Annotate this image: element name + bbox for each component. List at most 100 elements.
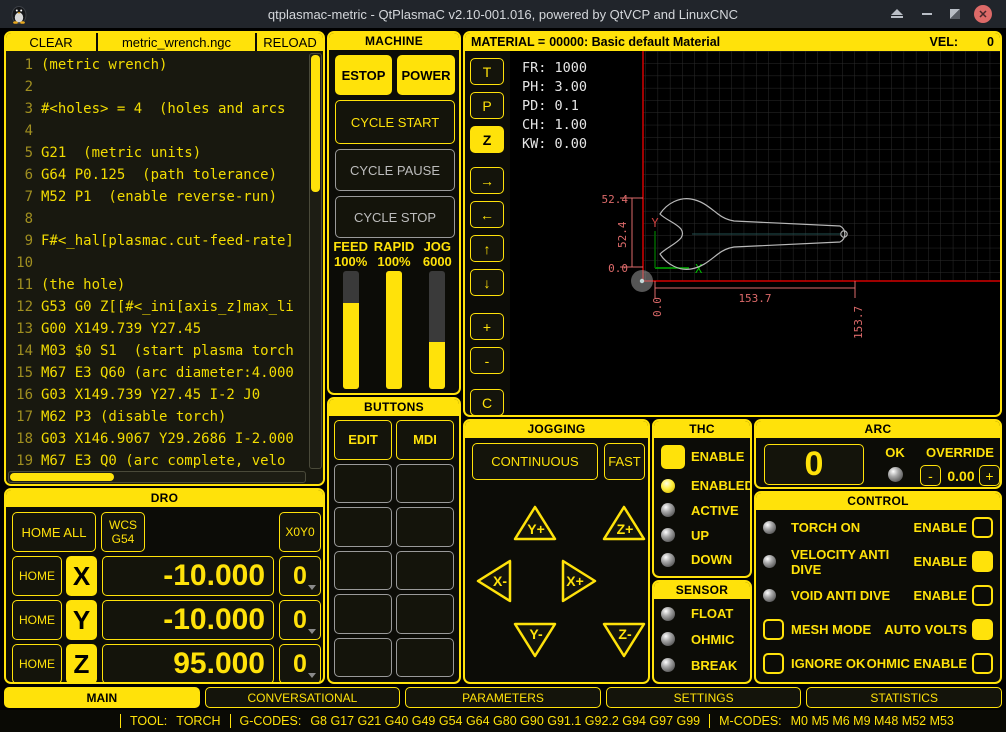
jog-z-plus-button[interactable]: Z+ [601, 503, 647, 543]
gcode-line[interactable]: 17M62 P3 (disable torch) [9, 406, 306, 428]
home-all-button[interactable]: HOME ALL [12, 512, 96, 552]
gcode-line[interactable]: 19M67 E3 Q0 (arc complete, velo [9, 450, 306, 469]
override-plus-button[interactable]: + [979, 465, 1000, 486]
user-button-mdi[interactable]: MDI [396, 420, 454, 460]
thc-enable-checkbox[interactable] [661, 445, 685, 469]
gcode-line[interactable]: 6G64 P0.125 (path tolerance) [9, 164, 306, 186]
view-z-button[interactable]: Z [470, 126, 504, 153]
slider-jog[interactable] [429, 271, 445, 389]
dro-x-combo[interactable]: 0 [279, 556, 321, 596]
shade-button[interactable] [888, 5, 906, 23]
gcode-view[interactable]: 1(metric wrench)23#<holes> = 4 (holes an… [6, 51, 323, 484]
cycle-pause-button[interactable]: CYCLE PAUSE [335, 149, 455, 191]
tab-statistics[interactable]: STATISTICS [806, 687, 1002, 708]
dro-z-combo[interactable]: 0 [279, 644, 321, 684]
gcode-line[interactable]: 15M67 E3 Q60 (arc diameter:4.000 [9, 362, 306, 384]
tab-settings[interactable]: SETTINGS [606, 687, 802, 708]
line-number: 15 [9, 362, 33, 384]
user-button-empty[interactable] [396, 507, 454, 547]
clear-plot-button[interactable]: C [470, 389, 504, 416]
gcode-line[interactable]: 13G00 X149.739 Y27.45 [9, 318, 306, 340]
power-button[interactable]: POWER [397, 55, 455, 95]
gcode-horizontal-scrollbar[interactable] [8, 471, 306, 483]
scrollbar-thumb[interactable] [10, 473, 114, 481]
tab-conversational[interactable]: CONVERSATIONAL [205, 687, 401, 708]
estop-button[interactable]: ESTOP [335, 55, 392, 95]
gcode-line[interactable]: 8 [9, 208, 306, 230]
gcode-vertical-scrollbar[interactable] [309, 53, 322, 469]
axis-y-button[interactable]: Y [66, 600, 97, 640]
control-velocity-anti-dive-enable-checkbox[interactable] [972, 551, 993, 572]
jog-continuous-button[interactable]: CONTINUOUS [472, 443, 598, 480]
home-y-button[interactable]: HOME [12, 600, 62, 640]
user-button-empty[interactable] [396, 551, 454, 591]
clear-button[interactable]: CLEAR [6, 33, 96, 51]
pan-down-button[interactable]: ↓ [470, 269, 504, 296]
user-button-empty[interactable] [334, 551, 392, 591]
gcode-line[interactable]: 3#<holes> = 4 (holes and arcs [9, 98, 306, 120]
material-selector[interactable]: 00000: Basic default Material [549, 35, 720, 49]
gcode-line[interactable]: 11(the hole) [9, 274, 306, 296]
control-mesh-mode-auto-volts-checkbox[interactable] [972, 619, 993, 640]
gcode-line[interactable]: 2 [9, 76, 306, 98]
gcode-line[interactable]: 9F#<_hal[plasmac.cut-feed-rate] [9, 230, 306, 252]
pan-right-button[interactable]: → [470, 167, 504, 194]
gcode-line[interactable]: 7M52 P1 (enable reverse-run) [9, 186, 306, 208]
override-minus-button[interactable]: - [920, 465, 941, 486]
tab-main[interactable]: MAIN [4, 687, 200, 708]
cycle-start-button[interactable]: CYCLE START [335, 100, 455, 144]
x0y0-button[interactable]: X0Y0 [279, 512, 321, 552]
slider-rapid[interactable] [386, 271, 402, 389]
wcs-button[interactable]: WCS G54 [101, 512, 145, 552]
gcode-listing[interactable]: 1(metric wrench)23#<holes> = 4 (holes an… [9, 54, 306, 469]
jog-y-minus-button[interactable]: Y- [512, 620, 558, 660]
gcode-line[interactable]: 5G21 (metric units) [9, 142, 306, 164]
user-button-edit[interactable]: EDIT [334, 420, 392, 460]
cycle-stop-button[interactable]: CYCLE STOP [335, 196, 455, 238]
home-z-button[interactable]: HOME [12, 644, 62, 684]
user-button-empty[interactable] [334, 464, 392, 504]
preview-canvas[interactable]: 52.4 52.4 0.0 0.0 153.7 153.7 X Y FR: 10… [510, 51, 1000, 415]
gcode-line[interactable]: 18G03 X146.9067 Y29.2686 I-2.000 [9, 428, 306, 450]
slider-feed[interactable] [343, 271, 359, 389]
gcode-line[interactable]: 4 [9, 120, 306, 142]
user-button-empty[interactable] [334, 594, 392, 634]
reload-button[interactable]: RELOAD [257, 33, 323, 51]
minimize-button[interactable] [918, 5, 936, 23]
view-top-button[interactable]: T [470, 58, 504, 85]
scrollbar-thumb[interactable] [311, 55, 320, 192]
jog-z-minus-button[interactable]: Z- [601, 620, 647, 660]
control-ignore-ok-ohmic-enable-checkbox[interactable] [972, 653, 993, 674]
user-button-empty[interactable] [334, 638, 392, 678]
control-torch-on-enable-checkbox[interactable] [972, 517, 993, 538]
gcode-line[interactable]: 14M03 $0 S1 (start plasma torch [9, 340, 306, 362]
svg-text:Z+: Z+ [617, 521, 634, 537]
control-void-anti-dive-enable-checkbox[interactable] [972, 585, 993, 606]
jog-x-plus-button[interactable]: X+ [559, 558, 599, 604]
user-button-empty[interactable] [396, 638, 454, 678]
zoom-out-button[interactable]: - [470, 347, 504, 374]
close-button[interactable]: ✕ [974, 5, 992, 23]
zoom-in-button[interactable]: + [470, 313, 504, 340]
jog-y-plus-button[interactable]: Y+ [512, 503, 558, 543]
user-button-empty[interactable] [396, 594, 454, 634]
maximize-button[interactable] [946, 5, 964, 23]
jog-fast-button[interactable]: FAST [604, 443, 645, 480]
tab-parameters[interactable]: PARAMETERS [405, 687, 601, 708]
pan-up-button[interactable]: ↑ [470, 235, 504, 262]
control-mesh-mode-checkbox[interactable] [763, 619, 784, 640]
axis-z-button[interactable]: Z [66, 644, 97, 684]
control-ignore-ok-checkbox[interactable] [763, 653, 784, 674]
gcode-line[interactable]: 16G03 X149.739 Y27.45 I-2 J0 [9, 384, 306, 406]
gcode-line[interactable]: 12G53 G0 Z[[#<_ini[axis_z]max_li [9, 296, 306, 318]
view-perspective-button[interactable]: P [470, 92, 504, 119]
gcode-line[interactable]: 10 [9, 252, 306, 274]
gcode-line[interactable]: 1(metric wrench) [9, 54, 306, 76]
dro-y-combo[interactable]: 0 [279, 600, 321, 640]
home-x-button[interactable]: HOME [12, 556, 62, 596]
axis-x-button[interactable]: X [66, 556, 97, 596]
pan-left-button[interactable]: ← [470, 201, 504, 228]
user-button-empty[interactable] [396, 464, 454, 504]
user-button-empty[interactable] [334, 507, 392, 547]
jog-x-minus-button[interactable]: X- [474, 558, 514, 604]
